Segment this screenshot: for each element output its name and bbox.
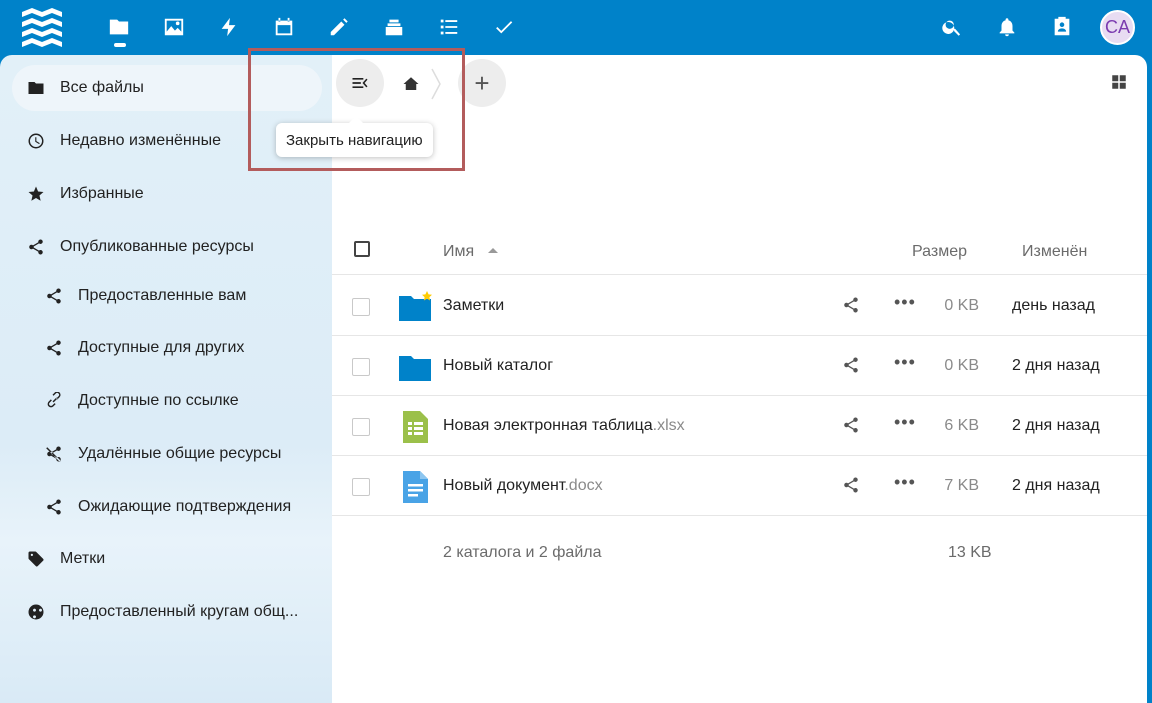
row-checkbox[interactable]	[352, 298, 370, 316]
grid-view-icon	[1112, 75, 1126, 89]
more-actions-icon[interactable]: •••	[894, 292, 916, 314]
table-summary: 2 каталога и 2 файла	[443, 544, 602, 561]
folder-icon	[24, 76, 48, 100]
sidebar-item-label: Доступные для других	[78, 339, 245, 356]
folder-icon	[399, 356, 431, 381]
user-avatar[interactable]: CA	[1100, 10, 1135, 45]
activity-icon[interactable]	[214, 12, 244, 42]
sidebar-item-favorites[interactable]: Избранные	[12, 171, 322, 217]
notifications-bell-icon[interactable]	[992, 12, 1022, 42]
files-icon[interactable]	[104, 12, 134, 42]
share-icon	[24, 235, 48, 259]
link-icon	[42, 389, 66, 413]
close-navigation-button[interactable]	[336, 59, 384, 107]
sidebar-item-label: Доступные по ссылке	[78, 392, 239, 409]
more-actions-icon[interactable]: •••	[894, 472, 916, 494]
share-icon	[42, 284, 66, 308]
more-actions-icon[interactable]: •••	[894, 352, 916, 374]
clock-icon	[24, 129, 48, 153]
tasks-icon[interactable]	[434, 12, 464, 42]
home-icon	[403, 77, 419, 90]
tag-icon	[24, 547, 48, 571]
grid-view-toggle[interactable]	[1110, 73, 1130, 93]
file-modified: 2 дня назад	[1012, 417, 1100, 434]
nextcloud-logo-icon[interactable]	[20, 8, 64, 48]
sort-ascending-icon	[488, 248, 498, 253]
table-row[interactable]: Новая электронная таблица.xlsx ••• 6 KB …	[332, 396, 1147, 456]
breadcrumb-home[interactable]	[396, 69, 426, 99]
row-checkbox[interactable]	[352, 418, 370, 436]
share-icon[interactable]	[842, 416, 862, 436]
file-name[interactable]: Новый каталог	[443, 357, 553, 375]
file-size: 0 KB	[944, 297, 979, 314]
sidebar-item-label: Метки	[60, 550, 106, 567]
table-summary-size: 13 KB	[948, 544, 992, 561]
row-checkbox[interactable]	[352, 478, 370, 496]
table-row[interactable]: Новый каталог ••• 0 KB 2 дня назад	[332, 336, 1147, 396]
more-actions-icon[interactable]: •••	[894, 412, 916, 434]
row-checkbox[interactable]	[352, 358, 370, 376]
star-icon	[24, 182, 48, 206]
folder-icon	[399, 291, 432, 321]
share-icon[interactable]	[842, 476, 862, 496]
contacts-icon[interactable]	[1047, 12, 1077, 42]
menu-collapse-icon	[352, 78, 368, 88]
spreadsheet-icon	[403, 411, 428, 443]
table-row[interactable]: Заметки ••• 0 KB день назад	[332, 276, 1147, 336]
tooltip: Закрыть навигацию	[276, 116, 433, 157]
circles-icon	[24, 600, 48, 624]
sidebar-item-label: Предоставленные вам	[78, 287, 247, 304]
sidebar-item-pending-shares[interactable]: Ожидающие подтверждения	[12, 484, 322, 530]
share-icon[interactable]	[842, 296, 862, 316]
file-modified: 2 дня назад	[1012, 477, 1100, 494]
file-modified: 2 дня назад	[1012, 357, 1100, 374]
photos-icon[interactable]	[159, 12, 189, 42]
sidebar-item-label: Предоставленный кругам общ...	[60, 603, 299, 620]
sidebar-item-shared-with-you[interactable]: Предоставленные вам	[12, 273, 322, 319]
deck-icon[interactable]	[379, 12, 409, 42]
sidebar-item-label: Удалённые общие ресурсы	[78, 445, 282, 462]
sidebar-item-shared-by-link[interactable]: Доступные по ссылке	[12, 378, 322, 424]
sidebar-item-shared-resources[interactable]: Опубликованные ресурсы	[12, 224, 322, 270]
file-name[interactable]: Заметки	[443, 297, 504, 315]
file-size: 6 KB	[944, 417, 979, 434]
file-size: 0 KB	[944, 357, 979, 374]
sidebar-item-shared-with-others[interactable]: Доступные для других	[12, 325, 322, 371]
sidebar-item-label: Опубликованные ресурсы	[60, 238, 254, 255]
share-icon	[42, 495, 66, 519]
sidebar-item-deleted-shares[interactable]: Удалённые общие ресурсы	[12, 431, 322, 477]
top-header: CA	[0, 0, 1152, 55]
table-row[interactable]: Новый документ.docx ••• 7 KB 2 дня назад	[332, 456, 1147, 516]
share-deleted-icon	[42, 442, 66, 466]
file-list-main: Закрыть навигацию + Имя Размер Изменён З…	[276, 55, 1147, 703]
file-name[interactable]: Новая электронная таблица.xlsx	[443, 417, 685, 435]
search-icon[interactable]	[937, 12, 967, 42]
sidebar-item-circles[interactable]: Предоставленный кругам общ...	[12, 589, 322, 635]
file-name[interactable]: Новый документ.docx	[443, 477, 603, 495]
active-app-indicator	[114, 43, 126, 47]
sidebar-item-tags[interactable]: Метки	[12, 536, 322, 582]
new-file-button[interactable]: +	[458, 59, 506, 107]
document-icon	[403, 471, 428, 503]
checkmark-icon[interactable]	[489, 12, 519, 42]
sidebar-item-label: Ожидающие подтверждения	[78, 498, 292, 515]
file-size: 7 KB	[944, 477, 979, 494]
column-header-size[interactable]: Размер	[912, 243, 967, 261]
file-modified: день назад	[1012, 297, 1095, 314]
sidebar-item-all-files[interactable]: Все файлы	[12, 65, 322, 111]
select-all-checkbox[interactable]	[354, 241, 370, 257]
breadcrumb-separator	[431, 68, 441, 100]
notes-icon[interactable]	[324, 12, 354, 42]
table-header: Имя Размер Изменён	[332, 227, 1147, 275]
sidebar-item-label: Избранные	[60, 185, 144, 202]
calendar-icon[interactable]	[269, 12, 299, 42]
column-header-modified[interactable]: Изменён	[1022, 243, 1087, 261]
sidebar-item-label: Все файлы	[60, 79, 144, 96]
share-icon	[42, 336, 66, 360]
column-header-name[interactable]: Имя	[443, 243, 474, 261]
share-icon[interactable]	[842, 356, 862, 376]
sidebar-item-label: Недавно изменённые	[60, 132, 221, 149]
